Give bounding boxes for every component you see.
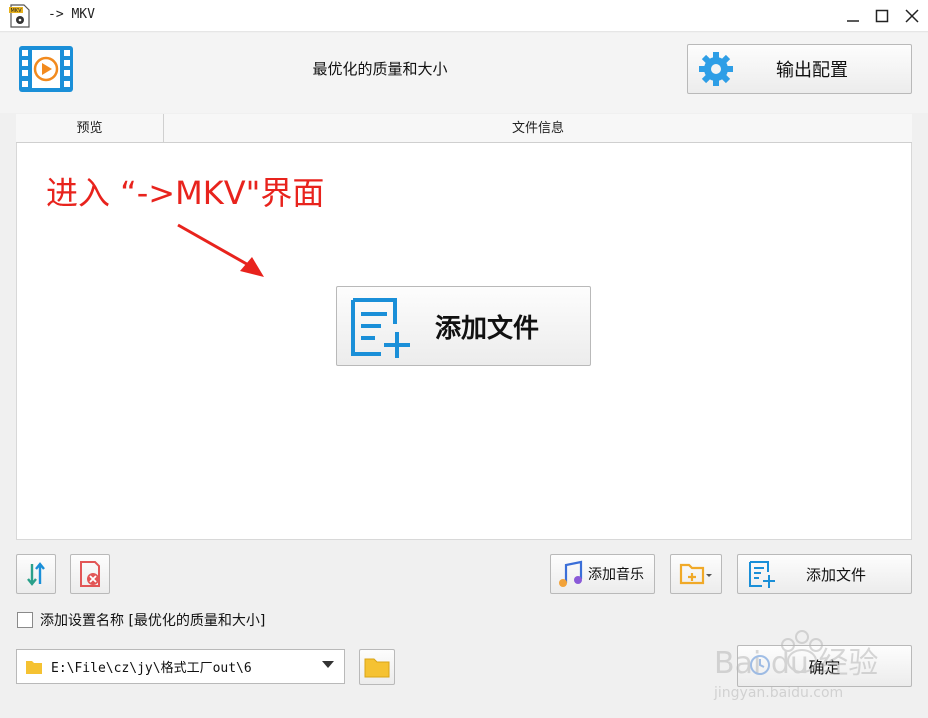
- add-file-button[interactable]: 添加文件: [737, 554, 912, 594]
- close-button[interactable]: [897, 0, 927, 32]
- chevron-down-icon[interactable]: [322, 661, 334, 668]
- add-file-large-button[interactable]: 添加文件: [336, 286, 591, 366]
- add-setting-name-checkbox[interactable]: [17, 612, 33, 628]
- output-path-text: E:\File\cz\jy\格式工厂out\6: [51, 661, 252, 676]
- video-format-icon: [19, 46, 73, 92]
- window-title: -> MKV: [48, 7, 95, 22]
- svg-text:MKV: MKV: [10, 8, 22, 14]
- minimize-icon: [847, 20, 859, 22]
- add-folder-button[interactable]: [670, 554, 722, 594]
- close-icon: [905, 9, 919, 23]
- output-config-button[interactable]: 输出配置: [687, 44, 912, 94]
- output-config-label: 输出配置: [776, 60, 848, 81]
- add-setting-name-label: 添加设置名称 [最优化的质量和大小]: [40, 613, 266, 629]
- column-header-file-info[interactable]: 文件信息: [164, 114, 912, 143]
- add-file-small-icon: [749, 561, 775, 588]
- minimize-button[interactable]: [838, 0, 868, 32]
- add-folder-icon: [679, 563, 712, 585]
- add-music-button[interactable]: 添加音乐: [550, 554, 655, 594]
- maximize-button[interactable]: [867, 0, 897, 32]
- folder-icon: [26, 660, 42, 674]
- add-music-label: 添加音乐: [588, 567, 644, 583]
- add-file-large-label: 添加文件: [435, 313, 540, 344]
- browse-folder-button[interactable]: [359, 649, 395, 685]
- add-file-label: 添加文件: [806, 565, 867, 584]
- annotation-arrow: [177, 223, 264, 277]
- music-note-icon: [559, 560, 583, 587]
- output-path-select[interactable]: E:\File\cz\jy\格式工厂out\6: [16, 649, 345, 684]
- profile-title: 最优化的质量和大小: [312, 60, 448, 78]
- gear-icon: [699, 52, 733, 86]
- column-header-preview[interactable]: 预览: [16, 114, 164, 143]
- maximize-icon: [875, 9, 889, 23]
- svg-text:Bai du 经验: Bai du 经验: [714, 646, 878, 681]
- app-file-icon: MKV: [9, 4, 30, 28]
- sort-button[interactable]: [16, 554, 56, 594]
- baidu-watermark: Bai du 经验 jingyan.baidu.com: [713, 630, 878, 701]
- open-folder-icon: [364, 658, 390, 678]
- clear-list-button[interactable]: [70, 554, 110, 594]
- delete-file-icon: [80, 561, 100, 587]
- add-file-icon: [351, 298, 410, 358]
- svg-text:jingyan.baidu.com: jingyan.baidu.com: [713, 685, 843, 701]
- title-bar: [0, 0, 928, 32]
- sort-arrows-icon: [27, 562, 45, 586]
- annotation-text: 进入 “->MKV"界面: [46, 174, 325, 212]
